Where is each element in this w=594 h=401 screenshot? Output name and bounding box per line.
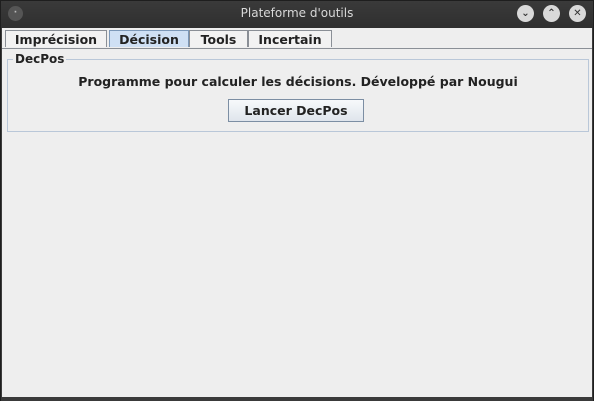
launch-decpos-button[interactable]: Lancer DecPos (228, 99, 364, 122)
minimize-icon[interactable]: ⌄ (517, 5, 534, 22)
app-window: · Plateforme d'outils ⌄ ⌃ ✕ Imprécision … (0, 0, 594, 401)
title-bar[interactable]: · Plateforme d'outils ⌄ ⌃ ✕ (1, 1, 593, 28)
tab-incertain[interactable]: Incertain (248, 30, 332, 47)
close-icon[interactable]: ✕ (569, 5, 586, 22)
window-bottom-edge (1, 397, 593, 401)
tab-imprecision[interactable]: Imprécision (5, 30, 107, 47)
panel-description: Programme pour calculer les décisions. D… (78, 74, 518, 89)
maximize-icon[interactable]: ⌃ (543, 5, 560, 22)
main-content: Imprécision Décision Tools Incertain Dec… (2, 28, 592, 398)
tab-divider (2, 48, 592, 49)
panel-legend: DecPos (13, 52, 67, 66)
decpos-panel: DecPos Programme pour calculer les décis… (7, 52, 589, 132)
tab-decision[interactable]: Décision (109, 30, 189, 47)
tab-tools[interactable]: Tools (189, 30, 248, 47)
window-title: Plateforme d'outils (240, 6, 354, 20)
